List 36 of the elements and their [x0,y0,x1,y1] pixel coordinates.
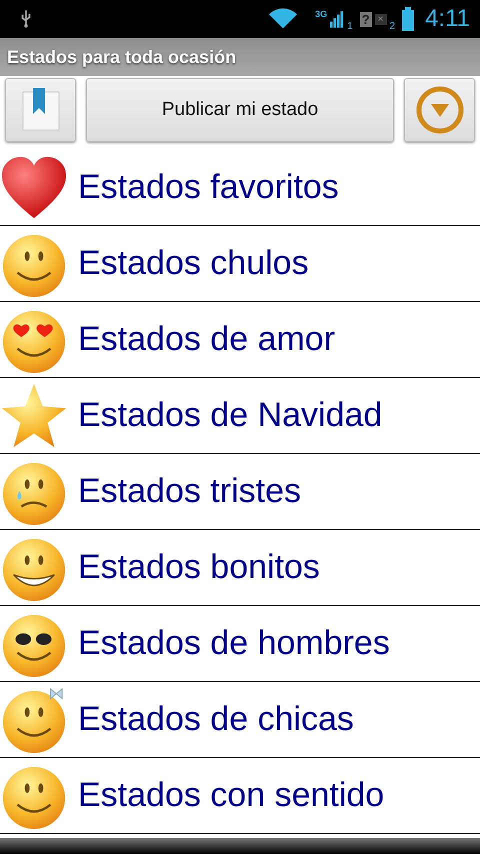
category-label: Estados de hombres [78,624,390,663]
publish-button[interactable]: Publicar mi estado [86,78,394,142]
category-label: Estados de Navidad [78,396,382,435]
category-item[interactable]: Estados tristes [0,454,480,530]
battery-icon [402,7,414,31]
no-signal-label: × [374,14,386,24]
category-label: Estados tristes [78,472,301,511]
category-item[interactable]: Estados de amor [0,302,480,378]
category-item[interactable]: Estados con sentido [0,758,480,834]
app-title: Estados para toda ocasión [7,46,236,68]
star-icon [0,382,68,450]
category-label: Estados con sentido [78,776,384,815]
category-item[interactable]: Estados de hombres [0,606,480,682]
category-label: Estados de amor [78,320,336,359]
clock: 4:11 [425,5,470,33]
category-label: Estados favoritos [78,168,339,207]
category-label: Estados bonitos [78,548,320,587]
signal-icon [330,9,344,29]
dropdown-icon [414,85,464,135]
bow-smiley-icon [0,686,68,754]
sim-slot-label: 2 [390,21,396,32]
unknown-sim-label: ? [360,12,372,26]
category-item[interactable]: Estados favoritos [0,150,480,226]
bookmark-icon [20,88,60,132]
category-item[interactable]: Estados de chicas [0,682,480,758]
category-item[interactable]: Estados bonitos [0,530,480,606]
category-item[interactable]: Estados de Navidad [0,378,480,454]
dropdown-button[interactable] [404,78,475,142]
bookmark-button[interactable] [5,78,76,142]
category-item[interactable]: Estados chulos [0,226,480,302]
sim-slot-label: 1 [347,21,353,32]
network-label: 3G [315,9,328,19]
category-label: Estados chulos [78,244,309,283]
usb-icon [20,9,32,29]
category-label: Estados de chicas [78,700,354,739]
wifi-icon [268,8,298,30]
